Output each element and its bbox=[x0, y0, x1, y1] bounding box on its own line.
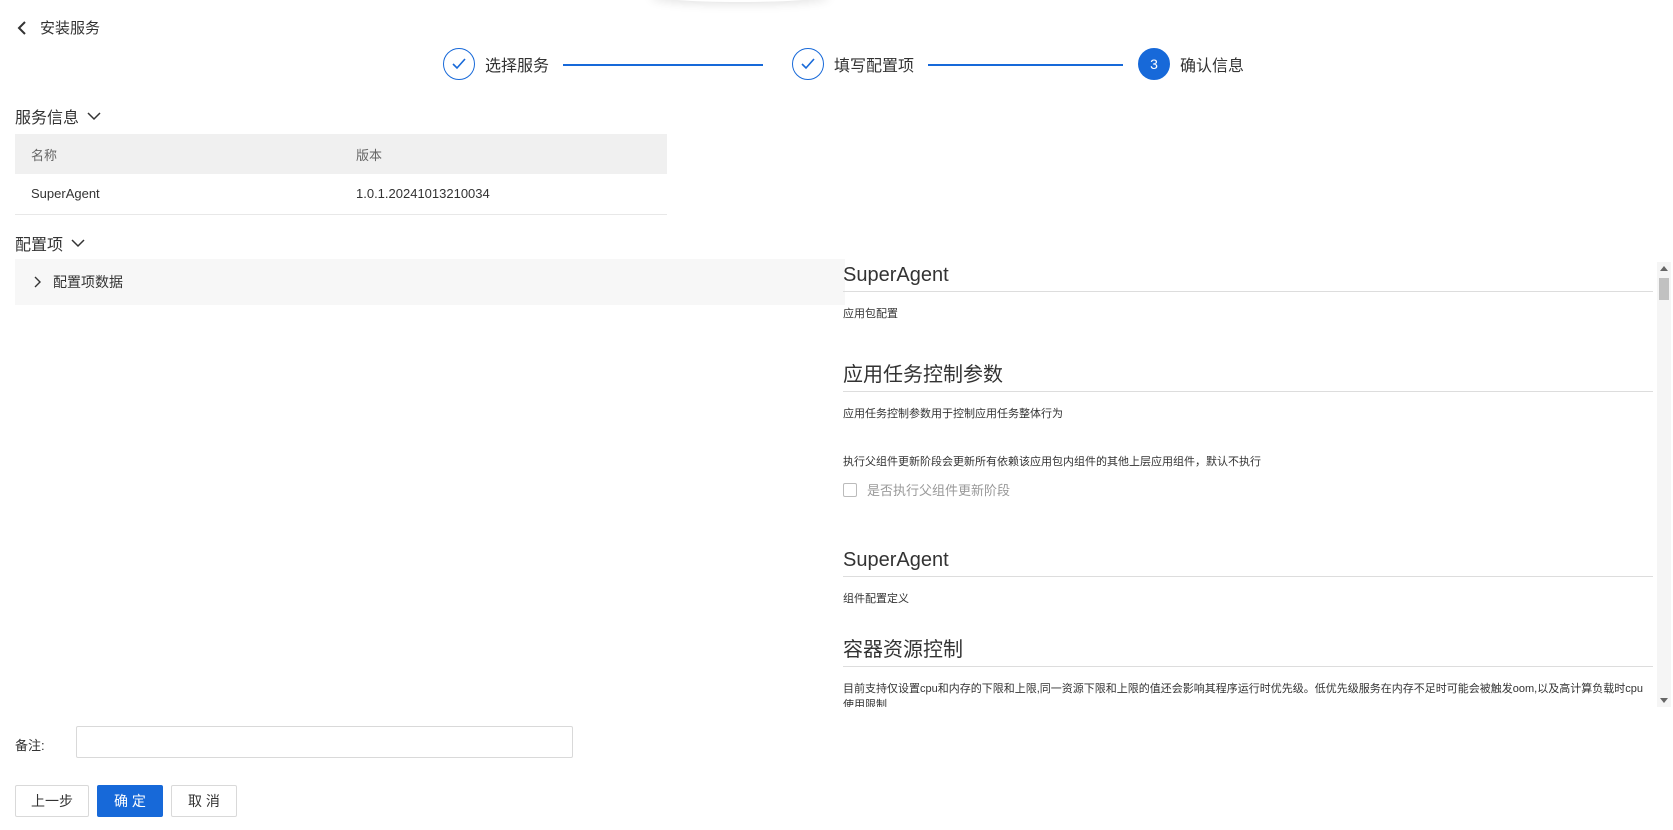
cancel-button[interactable]: 取 消 bbox=[171, 785, 237, 817]
step-number: 3 bbox=[1150, 56, 1158, 72]
prev-step-button[interactable]: 上一步 bbox=[15, 785, 89, 817]
chevron-down-icon bbox=[87, 112, 101, 121]
scroll-up-arrow[interactable] bbox=[1660, 266, 1668, 271]
config-section-desc: 组件配置定义 bbox=[843, 593, 909, 605]
check-icon bbox=[801, 58, 815, 70]
config-data-panel[interactable]: 配置项数据 bbox=[15, 259, 845, 305]
cell-name: SuperAgent bbox=[15, 174, 340, 215]
config-section-heading: 容器资源控制 bbox=[843, 637, 1653, 667]
scroll-down-arrow[interactable] bbox=[1660, 698, 1668, 703]
table-header-row: 名称 版本 bbox=[15, 134, 667, 174]
step-connector bbox=[563, 64, 763, 66]
step-connector bbox=[928, 64, 1123, 66]
back-button[interactable]: 安装服务 bbox=[16, 17, 100, 38]
config-section-heading: SuperAgent bbox=[843, 262, 1653, 292]
confirm-button[interactable]: 确 定 bbox=[97, 785, 163, 817]
service-info-title: 服务信息 bbox=[15, 110, 80, 127]
config-title: 配置项 bbox=[15, 237, 64, 254]
config-form-pane[interactable]: SuperAgent 应用包配置 应用任务控制参数 应用任务控制参数用于控制应用… bbox=[843, 262, 1660, 707]
service-info-toggle[interactable]: 服务信息 bbox=[15, 104, 101, 128]
config-data-panel-label: 配置项数据 bbox=[53, 274, 123, 290]
config-section-heading: 应用任务控制参数 bbox=[843, 362, 1653, 392]
config-toggle[interactable]: 配置项 bbox=[15, 231, 85, 255]
parent-update-checkbox[interactable]: 是否执行父组件更新阶段 bbox=[843, 480, 1653, 499]
step-label: 填写配置项 bbox=[834, 58, 915, 75]
checkbox-box[interactable] bbox=[843, 482, 857, 497]
step-circle-done bbox=[443, 48, 475, 80]
step-select-service: 选择服务 bbox=[443, 48, 549, 80]
step-circle-done bbox=[792, 48, 824, 80]
remark-label: 备注: bbox=[15, 738, 45, 753]
table-row: SuperAgent 1.0.1.20241013210034 bbox=[15, 174, 667, 215]
top-shadow bbox=[650, 0, 830, 2]
step-label: 确认信息 bbox=[1180, 58, 1245, 75]
chevron-down-icon bbox=[71, 239, 85, 248]
step-label: 选择服务 bbox=[485, 58, 550, 75]
cell-version: 1.0.1.20241013210034 bbox=[340, 174, 667, 215]
steps-bar: 选择服务 填写配置项 3 确认信息 bbox=[443, 48, 1244, 84]
config-section-desc: 应用包配置 bbox=[843, 308, 898, 320]
step-confirm-info: 3 确认信息 bbox=[1138, 48, 1244, 80]
checkbox-label: 是否执行父组件更新阶段 bbox=[867, 483, 1011, 498]
remark-input[interactable] bbox=[76, 726, 573, 758]
config-section-note: 执行父组件更新阶段会更新所有依赖该应用包内组件的其他上层应用组件，默认不执行 bbox=[843, 456, 1261, 468]
config-section-heading: SuperAgent bbox=[843, 547, 1653, 577]
page-title: 安装服务 bbox=[40, 20, 101, 37]
scroll-thumb[interactable] bbox=[1659, 278, 1669, 300]
check-icon bbox=[452, 58, 466, 70]
column-header-name: 名称 bbox=[15, 134, 340, 174]
chevron-left-icon bbox=[17, 20, 26, 35]
service-table: 名称 版本 SuperAgent 1.0.1.20241013210034 bbox=[15, 134, 667, 215]
config-section-desc: 应用任务控制参数用于控制应用任务整体行为 bbox=[843, 408, 1063, 420]
config-section-desc: 目前支持仅设置cpu和内存的下限和上限,同一资源下限和上限的值还会影响其程序运行… bbox=[843, 683, 1643, 707]
column-header-version: 版本 bbox=[340, 134, 667, 174]
step-circle-active: 3 bbox=[1138, 48, 1170, 80]
chevron-right-icon bbox=[34, 276, 41, 288]
step-fill-config: 填写配置项 bbox=[792, 48, 914, 80]
config-pane-scrollbar[interactable] bbox=[1657, 262, 1671, 707]
